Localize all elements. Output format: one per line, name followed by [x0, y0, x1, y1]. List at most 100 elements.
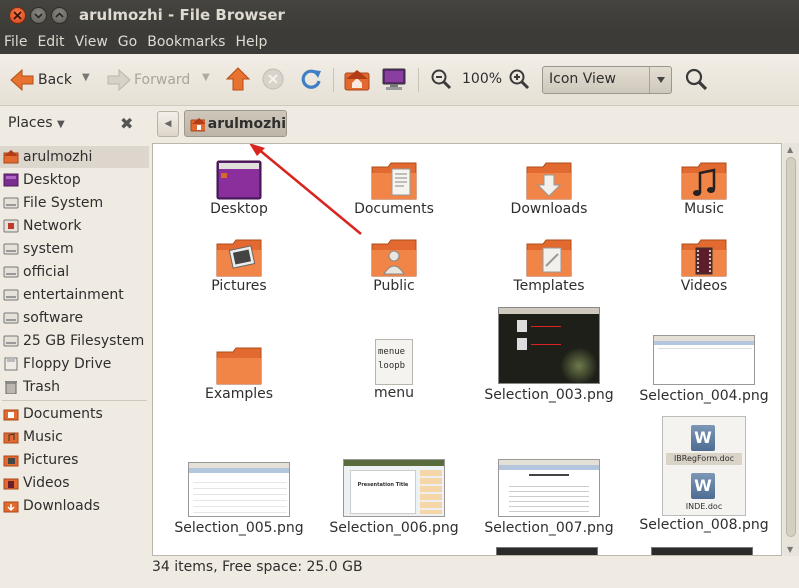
- sidebar-item-arulmozhi[interactable]: arulmozhi: [0, 146, 149, 168]
- title-bar[interactable]: arulmozhi - File Browser: [0, 0, 799, 32]
- sidebar-item-label: entertainment: [23, 287, 124, 303]
- toolbar-separator: [333, 68, 334, 92]
- maximize-window-button[interactable]: [51, 7, 68, 24]
- drive-icon: [3, 241, 19, 257]
- sidebar-item-label: File System: [23, 195, 104, 211]
- chevron-down-icon: [34, 13, 43, 19]
- drive-icon: [3, 195, 19, 211]
- places-label: Places: [8, 115, 53, 131]
- network-icon: [3, 218, 19, 234]
- sidebar-item-videos[interactable]: Videos: [0, 472, 149, 494]
- sidebar-item-label: Trash: [23, 379, 60, 395]
- reload-button[interactable]: [299, 67, 323, 91]
- menu-help[interactable]: Help: [231, 32, 271, 54]
- back-history-dropdown[interactable]: ▼: [82, 72, 90, 83]
- sidebar-item-label: arulmozhi: [23, 149, 93, 165]
- sidebar-item-software[interactable]: software: [0, 307, 149, 329]
- sidebar-item-label: Floppy Drive: [23, 356, 112, 372]
- sidebar-item-pictures[interactable]: Pictures: [0, 449, 149, 471]
- sidebar-item-label: official: [23, 264, 70, 280]
- sidebar-item-25gb-filesystem[interactable]: 25 GB Filesystem: [0, 330, 149, 352]
- sidebar-item-trash[interactable]: Trash: [0, 376, 149, 398]
- scroll-down-icon[interactable]: ▼: [787, 545, 793, 554]
- sidebar-item-label: Desktop: [23, 172, 81, 188]
- up-button[interactable]: [226, 67, 250, 91]
- sidebar-item-label: Downloads: [23, 498, 100, 514]
- folder-icon: [3, 498, 19, 514]
- home-button[interactable]: [344, 67, 370, 91]
- close-sidebar-button[interactable]: ✖: [120, 114, 133, 133]
- sidebar-item-documents[interactable]: Documents: [0, 403, 149, 425]
- drive-icon: [3, 333, 19, 349]
- zoom-in-button[interactable]: [508, 68, 530, 90]
- sidebar-item-label: system: [23, 241, 74, 257]
- window-title: arulmozhi - File Browser: [79, 6, 285, 24]
- folder-icon: [3, 406, 19, 422]
- folder-icon: [3, 429, 19, 445]
- places-dropdown[interactable]: Places ▼: [8, 115, 65, 131]
- sidebar-item-label: Documents: [23, 406, 103, 422]
- minimize-window-button[interactable]: [30, 7, 47, 24]
- forward-history-dropdown[interactable]: ▼: [202, 72, 210, 83]
- drive-icon: [3, 287, 19, 303]
- menu-edit[interactable]: Edit: [33, 32, 68, 54]
- sidebar-header: Places ▼ ✖: [0, 106, 149, 142]
- close-window-button[interactable]: [9, 7, 26, 24]
- annotation-arrow: [249, 144, 362, 235]
- sidebar-item-music[interactable]: Music: [0, 426, 149, 448]
- back-arrow-icon: [10, 68, 34, 92]
- sidebar-item-network[interactable]: Network: [0, 215, 149, 237]
- zoom-out-button[interactable]: [430, 68, 452, 90]
- desktop-icon: [3, 172, 19, 188]
- forward-button[interactable]: Forward: [106, 68, 190, 92]
- menu-bookmarks[interactable]: Bookmarks: [143, 32, 229, 54]
- close-icon: [13, 11, 22, 20]
- computer-icon: [382, 68, 406, 90]
- sidebar-item-label: 25 GB Filesystem: [23, 333, 145, 349]
- sidebar-item-desktop[interactable]: Desktop: [0, 169, 149, 191]
- menu-go[interactable]: Go: [114, 32, 141, 54]
- folder-icon: [3, 475, 19, 491]
- status-bar: 34 items, Free space: 25.0 GB: [152, 559, 363, 575]
- sidebar-item-label: Pictures: [23, 452, 79, 468]
- sidebar-item-entertainment[interactable]: entertainment: [0, 284, 149, 306]
- back-label: Back: [38, 72, 72, 88]
- home-folder-icon: [190, 117, 205, 131]
- file-icon-view[interactable]: Desktop Documents Downloads Music Pictur…: [152, 143, 782, 556]
- view-mode-select[interactable]: Icon View: [542, 66, 672, 94]
- trash-icon: [3, 379, 19, 395]
- chevron-down-icon: ▼: [56, 119, 65, 130]
- zoom-level[interactable]: 100%: [462, 71, 502, 87]
- vertical-scrollbar[interactable]: ▲ ▼: [783, 143, 799, 556]
- sidebar-item-official[interactable]: official: [0, 261, 149, 283]
- pathbar-current-label: arulmozhi: [207, 115, 286, 132]
- stop-button[interactable]: [262, 68, 284, 90]
- chevron-up-icon: [55, 12, 64, 18]
- forward-label: Forward: [134, 72, 191, 88]
- places-sidebar: arulmozhi Desktop File System Network sy…: [0, 142, 149, 588]
- toolbar: Back ▼ Forward ▼ 100% Icon View: [0, 54, 799, 106]
- sidebar-item-floppy-drive[interactable]: Floppy Drive: [0, 353, 149, 375]
- sidebar-item-label: Videos: [23, 475, 70, 491]
- sidebar-item-system[interactable]: system: [0, 238, 149, 260]
- floppy-icon: [3, 356, 19, 372]
- sidebar-item-downloads[interactable]: Downloads: [0, 495, 149, 517]
- sidebar-item-file-system[interactable]: File System: [0, 192, 149, 214]
- search-button[interactable]: [684, 67, 708, 91]
- computer-button[interactable]: [381, 67, 407, 91]
- back-button[interactable]: Back: [9, 68, 72, 92]
- reload-icon: [301, 69, 321, 89]
- home-folder-icon: [344, 70, 370, 91]
- zoom-out-icon: [431, 69, 452, 90]
- pathbar-scroll-left-button[interactable]: ◀: [157, 111, 179, 137]
- menu-file[interactable]: File: [0, 32, 31, 54]
- scrollbar-thumb[interactable]: [786, 157, 796, 537]
- stop-icon: [262, 68, 284, 90]
- menu-view[interactable]: View: [71, 32, 112, 54]
- sidebar-item-label: Network: [23, 218, 82, 234]
- menu-bar: File Edit View Go Bookmarks Help: [0, 32, 799, 54]
- scroll-up-icon[interactable]: ▲: [787, 145, 793, 154]
- up-arrow-icon: [226, 67, 250, 91]
- pathbar-current-button[interactable]: arulmozhi: [184, 110, 287, 137]
- chevron-down-icon[interactable]: [649, 67, 671, 93]
